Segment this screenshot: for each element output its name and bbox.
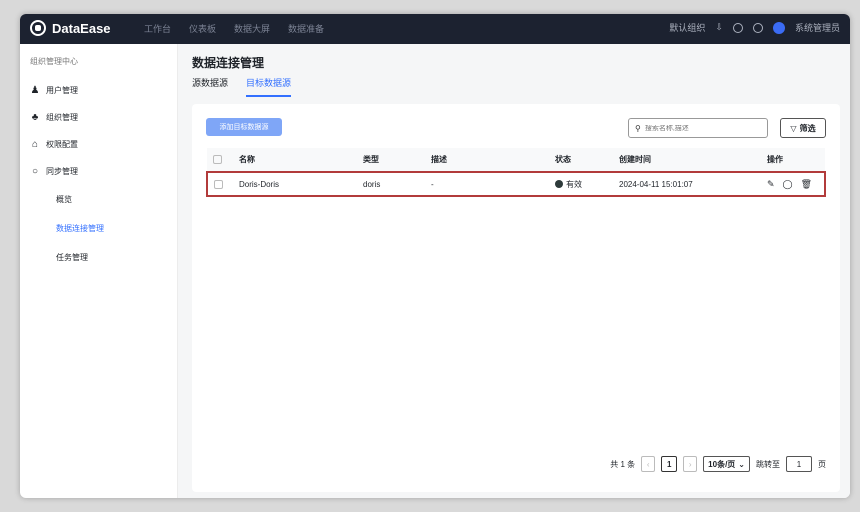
sidebar-sub-connections[interactable]: 数据连接管理 <box>20 214 177 243</box>
sidebar-item-sync[interactable]: ○ 同步管理 <box>20 158 177 185</box>
col-status[interactable]: 状态 <box>549 148 613 173</box>
row-status-cell: 有效 <box>549 171 613 197</box>
settings-icon[interactable] <box>752 22 763 33</box>
page-title: 数据连接管理 <box>192 56 265 70</box>
jump-input[interactable]: 1 <box>786 456 812 472</box>
sidebar-item-permission[interactable]: ⌂ 权限配置 <box>20 131 177 158</box>
row-created: 2024-04-11 15:01:07 <box>613 171 761 197</box>
row-desc: - <box>425 171 549 197</box>
org-switcher[interactable]: 默认组织 <box>669 21 705 34</box>
top-bar: DataEase 工作台 仪表板 数据大屏 数据准备 默认组织 ⇩ 系统管理员 <box>20 14 850 44</box>
avatar[interactable] <box>772 21 785 34</box>
jump-label: 跳转至 <box>756 459 780 469</box>
status-valid-icon <box>555 180 563 189</box>
page-size-value: 10条/页 <box>708 459 736 469</box>
row-checkbox-cell <box>206 171 233 197</box>
sidebar-title: 组织管理中心 <box>30 57 78 66</box>
select-all-checkbox[interactable] <box>213 155 222 165</box>
app-logo[interactable]: DataEase <box>30 20 111 36</box>
nav-screen[interactable]: 数据大屏 <box>234 22 270 35</box>
table-header-row: 名称 类型 描述 状态 创建时间 操作 <box>207 148 825 173</box>
sidebar-sub-overview[interactable]: 概览 <box>20 185 177 214</box>
filter-icon: ▽ <box>790 123 797 133</box>
table-row[interactable]: Doris-Doris doris - 有效 2024-04-11 15:01:… <box>206 171 826 197</box>
data-table: 名称 类型 描述 状态 创建时间 操作 Doris-Doris doris - <box>206 148 826 197</box>
sidebar-item-label: 组织管理 <box>46 113 78 122</box>
col-actions: 操作 <box>761 148 825 173</box>
delete-icon[interactable]: 🗑 <box>801 179 812 190</box>
sidebar-item-label: 用户管理 <box>46 86 78 95</box>
main-content: 数据连接管理 源数据源 目标数据源 添加目标数据源 ⚲ ▽ 筛选 名称 类型 <box>178 44 850 498</box>
filter-label: 筛选 <box>799 123 816 133</box>
next-page-button[interactable]: › <box>683 456 698 472</box>
prev-page-button[interactable]: ‹ <box>641 456 656 472</box>
select-all-cell <box>207 148 233 173</box>
sidebar-item-label: 权限配置 <box>46 140 78 149</box>
page-number[interactable]: 1 <box>661 456 678 472</box>
col-desc[interactable]: 描述 <box>425 148 549 173</box>
sidebar-item-users[interactable]: ♟ 用户管理 <box>20 77 177 104</box>
logo-icon <box>30 20 46 36</box>
add-target-source-button[interactable]: 添加目标数据源 <box>206 118 282 136</box>
row-actions-cell: ✎ ◯ 🗑 <box>761 171 826 197</box>
org-icon: ♣ <box>31 112 39 123</box>
chevron-down-icon: ⌄ <box>738 459 745 469</box>
nav-data-prep[interactable]: 数据准备 <box>288 22 324 35</box>
row-name: Doris-Doris <box>233 171 357 197</box>
edit-icon[interactable]: ✎ <box>767 179 775 190</box>
permission-icon: ⌂ <box>31 139 39 150</box>
col-name[interactable]: 名称 <box>233 148 357 173</box>
page-size-select[interactable]: 10条/页 ⌄ <box>703 456 750 472</box>
row-status: 有效 <box>566 179 582 189</box>
user-name[interactable]: 系统管理员 <box>795 21 840 34</box>
col-created[interactable]: 创建时间 <box>613 148 761 173</box>
tab-target[interactable]: 目标数据源 <box>246 76 292 97</box>
sync-icon: ○ <box>31 166 39 177</box>
search-icon: ⚲ <box>635 123 641 133</box>
app-name: DataEase <box>52 20 111 36</box>
filter-button[interactable]: ▽ 筛选 <box>780 118 826 138</box>
help-icon[interactable] <box>732 22 743 33</box>
top-right-tools: 默认组织 ⇩ 系统管理员 <box>669 21 840 34</box>
content-panel: 添加目标数据源 ⚲ ▽ 筛选 名称 类型 描述 状态 创建时间 <box>192 104 840 492</box>
col-type[interactable]: 类型 <box>357 148 425 173</box>
user-icon: ♟ <box>30 85 40 96</box>
sidebar-item-org[interactable]: ♣ 组织管理 <box>20 104 177 131</box>
nav-workbench[interactable]: 工作台 <box>144 22 171 35</box>
search-input[interactable] <box>644 124 763 132</box>
tab-source[interactable]: 源数据源 <box>192 76 228 97</box>
search-box[interactable]: ⚲ <box>628 118 768 138</box>
page-unit-label: 页 <box>818 459 826 469</box>
pagination: 共 1 条 ‹ 1 › 10条/页 ⌄ 跳转至 1 页 <box>610 456 826 472</box>
sidebar-sub-tasks[interactable]: 任务管理 <box>20 243 177 272</box>
total-count: 共 1 条 <box>610 459 636 469</box>
top-nav: 工作台 仪表板 数据大屏 数据准备 <box>144 22 324 35</box>
tabs: 源数据源 目标数据源 <box>192 76 292 97</box>
sidebar: 组织管理中心 ♟ 用户管理 ♣ 组织管理 ⌂ 权限配置 ○ 同步管理 概览 数据… <box>20 44 178 498</box>
nav-dashboard[interactable]: 仪表板 <box>189 22 216 35</box>
row-checkbox[interactable] <box>214 179 223 189</box>
view-icon[interactable]: ◯ <box>783 179 793 190</box>
download-icon[interactable]: ⇩ <box>715 22 723 33</box>
sidebar-item-label: 同步管理 <box>46 167 78 176</box>
app-window: DataEase 工作台 仪表板 数据大屏 数据准备 默认组织 ⇩ 系统管理员 … <box>20 14 850 498</box>
row-type: doris <box>357 171 425 197</box>
